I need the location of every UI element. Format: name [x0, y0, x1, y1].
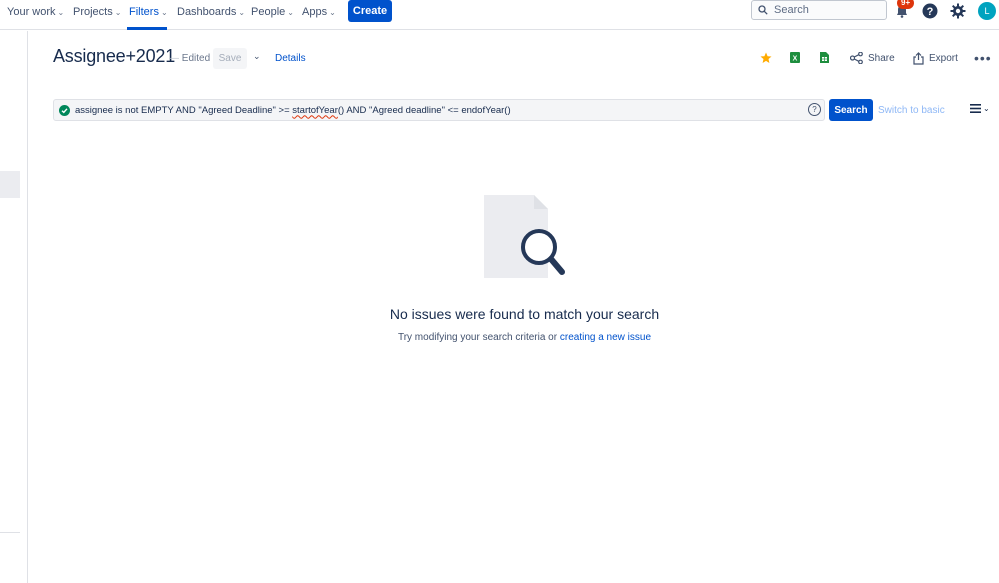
settings-button[interactable] — [949, 2, 967, 20]
details-link[interactable]: Details — [275, 53, 306, 64]
jql-query-text[interactable]: assignee is not EMPTY AND "Agreed Deadli… — [75, 105, 511, 116]
search-button[interactable]: Search — [829, 99, 873, 121]
excel-icon: X — [790, 52, 800, 63]
share-label: Share — [868, 52, 895, 64]
help-button[interactable]: ? — [921, 2, 939, 20]
export-icon — [913, 52, 924, 65]
nav-dashboards[interactable]: Dashboards ⌄ — [177, 5, 245, 19]
save-options-chevron-icon[interactable]: ⌄ — [253, 51, 261, 62]
filter-title: Assignee+2021 — [53, 46, 176, 66]
favorite-button[interactable] — [760, 52, 772, 64]
jql-help-icon[interactable]: ? — [808, 103, 821, 116]
switch-to-basic-link[interactable]: Switch to basic — [878, 105, 945, 116]
star-icon — [760, 52, 772, 63]
hamburger-menu-icon — [970, 104, 981, 113]
search-input[interactable] — [774, 4, 874, 16]
nav-people[interactable]: People ⌄ — [251, 5, 294, 19]
top-navigation: Your work ⌄ Projects ⌄ Filters ⌄ Dashboards… — [0, 0, 999, 30]
more-actions-icon[interactable]: ••• — [974, 50, 992, 66]
valid-check-icon — [59, 104, 70, 116]
avatar[interactable]: L — [978, 2, 996, 20]
search-icon — [758, 5, 768, 15]
chevron-down-icon: ⌄ — [160, 7, 168, 17]
export-label: Export — [929, 53, 958, 64]
empty-search-illustration — [484, 195, 565, 278]
create-issue-link[interactable]: creating a new issue — [560, 332, 651, 343]
jql-query-field[interactable]: assignee is not EMPTY AND "Agreed Deadli… — [53, 99, 825, 121]
nav-your-work[interactable]: Your work ⌄ — [7, 5, 64, 19]
global-search[interactable] — [751, 0, 887, 20]
share-icon — [850, 52, 863, 64]
empty-state-title: No issues were found to match your searc… — [389, 306, 660, 322]
svg-text:?: ? — [927, 6, 934, 18]
sheets-icon — [820, 52, 829, 63]
nav-apps[interactable]: Apps ⌄ — [302, 5, 336, 19]
gear-icon — [950, 3, 966, 19]
chevron-down-icon: ⌄ — [983, 104, 990, 113]
chevron-down-icon: ⌄ — [238, 7, 246, 17]
edited-status: — Edited — [169, 53, 211, 64]
save-button[interactable]: Save — [213, 48, 247, 69]
chevron-down-icon: ⌄ — [287, 7, 294, 17]
view-options-button[interactable]: ⌄ — [970, 104, 990, 113]
sidebar-selected-item[interactable] — [0, 171, 20, 198]
nav-projects[interactable]: Projects ⌄ — [73, 5, 121, 19]
export-button[interactable]: Export — [913, 52, 958, 65]
notification-badge: 9+ — [897, 0, 915, 9]
sidebar-divider — [0, 532, 20, 533]
chevron-down-icon: ⌄ — [114, 7, 122, 17]
export-excel-button[interactable]: X — [790, 52, 800, 63]
share-button[interactable]: Share — [850, 52, 895, 64]
help-icon: ? — [922, 3, 938, 19]
nav-filters[interactable]: Filters ⌄ — [129, 5, 168, 19]
active-tab-indicator — [127, 27, 167, 30]
empty-state-subtitle: Try modifying your search criteria or cr… — [397, 332, 652, 343]
export-sheets-button[interactable] — [820, 52, 829, 63]
create-button[interactable]: Create — [348, 0, 392, 22]
chevron-down-icon: ⌄ — [57, 7, 65, 17]
chevron-down-icon: ⌄ — [329, 7, 336, 17]
svg-text:X: X — [793, 56, 798, 63]
